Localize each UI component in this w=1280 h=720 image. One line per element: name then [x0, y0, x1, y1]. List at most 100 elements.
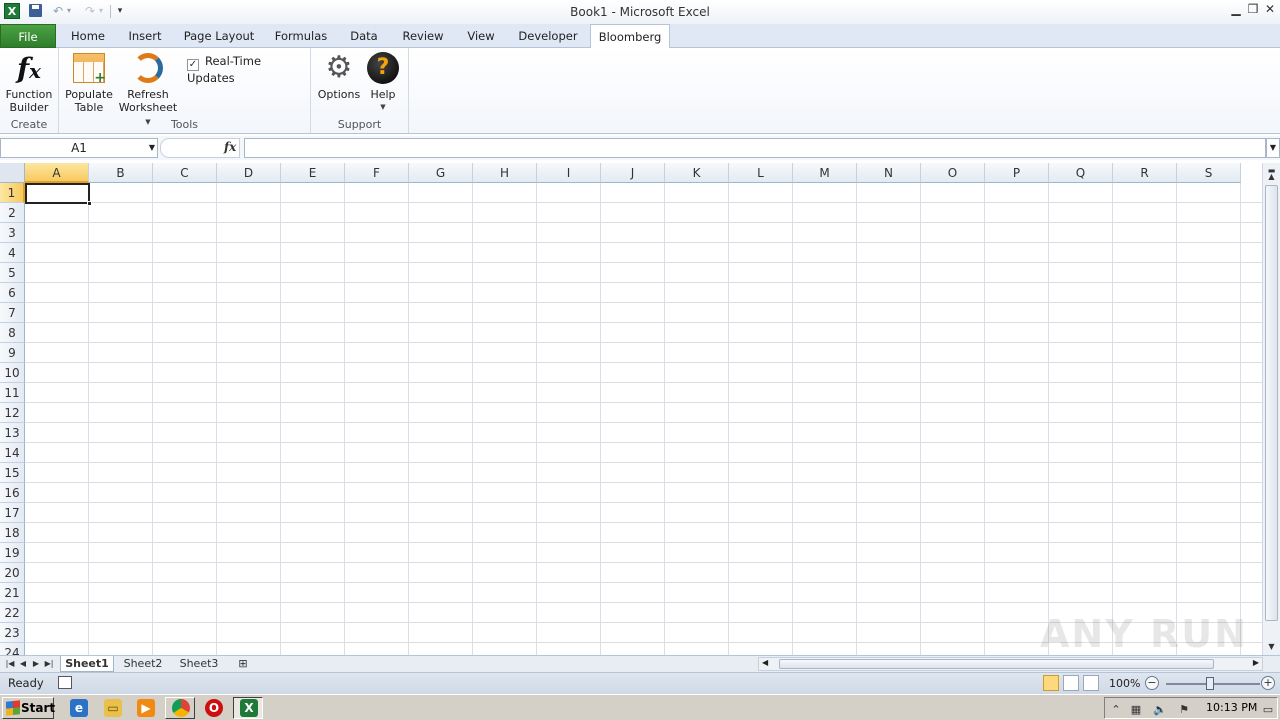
- scroll-down-icon[interactable]: ▼: [1263, 639, 1280, 655]
- sheet-tab-sheet3[interactable]: Sheet3: [174, 656, 224, 672]
- first-sheet-icon[interactable]: |◀: [4, 657, 16, 671]
- column-header-s[interactable]: S: [1177, 163, 1241, 183]
- zoom-slider-thumb[interactable]: [1206, 677, 1214, 690]
- row-header-18[interactable]: 18: [0, 523, 25, 543]
- row-header-21[interactable]: 21: [0, 583, 25, 603]
- next-sheet-icon[interactable]: ▶: [30, 657, 42, 671]
- network-icon[interactable]: ▦: [1129, 704, 1143, 716]
- row-header-14[interactable]: 14: [0, 443, 25, 463]
- volume-icon[interactable]: 🔈: [1153, 704, 1167, 716]
- row-header-12[interactable]: 12: [0, 403, 25, 423]
- sheet-tab-sheet2[interactable]: Sheet2: [118, 656, 168, 672]
- tab-developer[interactable]: Developer: [512, 24, 584, 48]
- name-box[interactable]: A1 ▼: [0, 138, 158, 158]
- row-header-20[interactable]: 20: [0, 563, 25, 583]
- column-header-j[interactable]: J: [601, 163, 665, 183]
- row-header-10[interactable]: 10: [0, 363, 25, 383]
- tab-review[interactable]: Review: [396, 24, 450, 48]
- expand-formula-bar-icon[interactable]: ▼: [1266, 138, 1280, 158]
- column-header-q[interactable]: Q: [1049, 163, 1113, 183]
- horizontal-scrollbar[interactable]: ◀ ▶: [758, 657, 1263, 671]
- media-player-icon[interactable]: ▶: [137, 699, 155, 717]
- row-header-8[interactable]: 8: [0, 323, 25, 343]
- normal-view-icon[interactable]: [1043, 675, 1059, 691]
- checkbox-checked-icon[interactable]: ✓: [187, 59, 199, 71]
- column-header-a[interactable]: A: [25, 163, 89, 183]
- realtime-updates-checkbox[interactable]: ✓ Real-Time Updates: [187, 54, 310, 85]
- show-hidden-icons-icon[interactable]: ⌃: [1109, 704, 1123, 716]
- close-icon[interactable]: ✕: [1262, 2, 1278, 18]
- column-header-n[interactable]: N: [857, 163, 921, 183]
- column-header-r[interactable]: R: [1113, 163, 1177, 183]
- column-header-k[interactable]: K: [665, 163, 729, 183]
- scroll-left-icon[interactable]: ◀: [762, 658, 768, 667]
- vertical-scroll-thumb[interactable]: [1265, 185, 1278, 621]
- row-header-1[interactable]: 1: [0, 183, 25, 203]
- column-header-p[interactable]: P: [985, 163, 1049, 183]
- column-header-c[interactable]: C: [153, 163, 217, 183]
- row-header-3[interactable]: 3: [0, 223, 25, 243]
- options-button[interactable]: ⚙ Options: [315, 50, 363, 102]
- zoom-in-icon[interactable]: +: [1261, 676, 1275, 690]
- column-header-o[interactable]: O: [921, 163, 985, 183]
- clock[interactable]: 10:13 PM: [1206, 701, 1257, 714]
- row-header-24[interactable]: 24: [0, 643, 25, 655]
- macro-record-icon[interactable]: [58, 676, 72, 689]
- tab-view[interactable]: View: [460, 24, 502, 48]
- tab-formulas[interactable]: Formulas: [268, 24, 334, 48]
- row-header-17[interactable]: 17: [0, 503, 25, 523]
- chrome-taskbar-button[interactable]: [165, 697, 195, 719]
- vertical-scrollbar[interactable]: ▬ ▲ ▼: [1262, 163, 1280, 655]
- page-layout-view-icon[interactable]: [1063, 675, 1079, 691]
- column-header-e[interactable]: E: [281, 163, 345, 183]
- column-header-h[interactable]: H: [473, 163, 537, 183]
- populate-table-button[interactable]: Populate Table: [63, 50, 115, 114]
- row-header-9[interactable]: 9: [0, 343, 25, 363]
- scroll-up-icon[interactable]: ▲: [1263, 169, 1280, 185]
- zoom-out-icon[interactable]: −: [1145, 676, 1159, 690]
- row-header-6[interactable]: 6: [0, 283, 25, 303]
- row-header-2[interactable]: 2: [0, 203, 25, 223]
- cell-area[interactable]: [25, 183, 1262, 655]
- fill-handle[interactable]: [87, 201, 92, 206]
- row-header-19[interactable]: 19: [0, 543, 25, 563]
- excel-taskbar-button[interactable]: X: [233, 697, 263, 719]
- chevron-down-icon[interactable]: ▼: [149, 139, 155, 157]
- column-header-i[interactable]: I: [537, 163, 601, 183]
- row-header-23[interactable]: 23: [0, 623, 25, 643]
- row-header-16[interactable]: 16: [0, 483, 25, 503]
- horizontal-scroll-thumb[interactable]: [779, 659, 1214, 669]
- folder-icon[interactable]: ▭: [104, 699, 122, 717]
- column-header-g[interactable]: G: [409, 163, 473, 183]
- insert-function-icon[interactable]: fx: [224, 140, 236, 154]
- start-button[interactable]: Start: [2, 697, 55, 719]
- row-header-5[interactable]: 5: [0, 263, 25, 283]
- help-button[interactable]: ? Help ▼: [363, 50, 403, 114]
- tab-bloomberg[interactable]: Bloomberg: [590, 24, 670, 49]
- action-center-flag-icon[interactable]: ⚑: [1177, 704, 1191, 716]
- row-header-11[interactable]: 11: [0, 383, 25, 403]
- column-header-b[interactable]: B: [89, 163, 153, 183]
- sheet-tab-sheet1[interactable]: Sheet1: [60, 656, 114, 672]
- select-all-corner[interactable]: [0, 163, 25, 183]
- formula-input[interactable]: [244, 138, 1266, 158]
- function-builder-button[interactable]: fx Function Builder: [2, 50, 56, 115]
- tab-data[interactable]: Data: [342, 24, 386, 48]
- column-header-f[interactable]: F: [345, 163, 409, 183]
- column-header-m[interactable]: M: [793, 163, 857, 183]
- tab-page-layout[interactable]: Page Layout: [178, 24, 260, 48]
- row-header-7[interactable]: 7: [0, 303, 25, 323]
- ie-icon[interactable]: e: [70, 699, 88, 717]
- show-desktop-icon[interactable]: ▭: [1261, 704, 1275, 716]
- minimize-icon[interactable]: ▁: [1228, 2, 1244, 18]
- tab-home[interactable]: Home: [62, 24, 114, 48]
- row-header-13[interactable]: 13: [0, 423, 25, 443]
- prev-sheet-icon[interactable]: ◀: [17, 657, 29, 671]
- column-header-d[interactable]: D: [217, 163, 281, 183]
- opera-icon[interactable]: O: [205, 699, 223, 717]
- page-break-view-icon[interactable]: [1083, 675, 1099, 691]
- row-header-15[interactable]: 15: [0, 463, 25, 483]
- tab-insert[interactable]: Insert: [120, 24, 170, 48]
- last-sheet-icon[interactable]: ▶|: [43, 657, 55, 671]
- tab-file[interactable]: File: [0, 24, 56, 48]
